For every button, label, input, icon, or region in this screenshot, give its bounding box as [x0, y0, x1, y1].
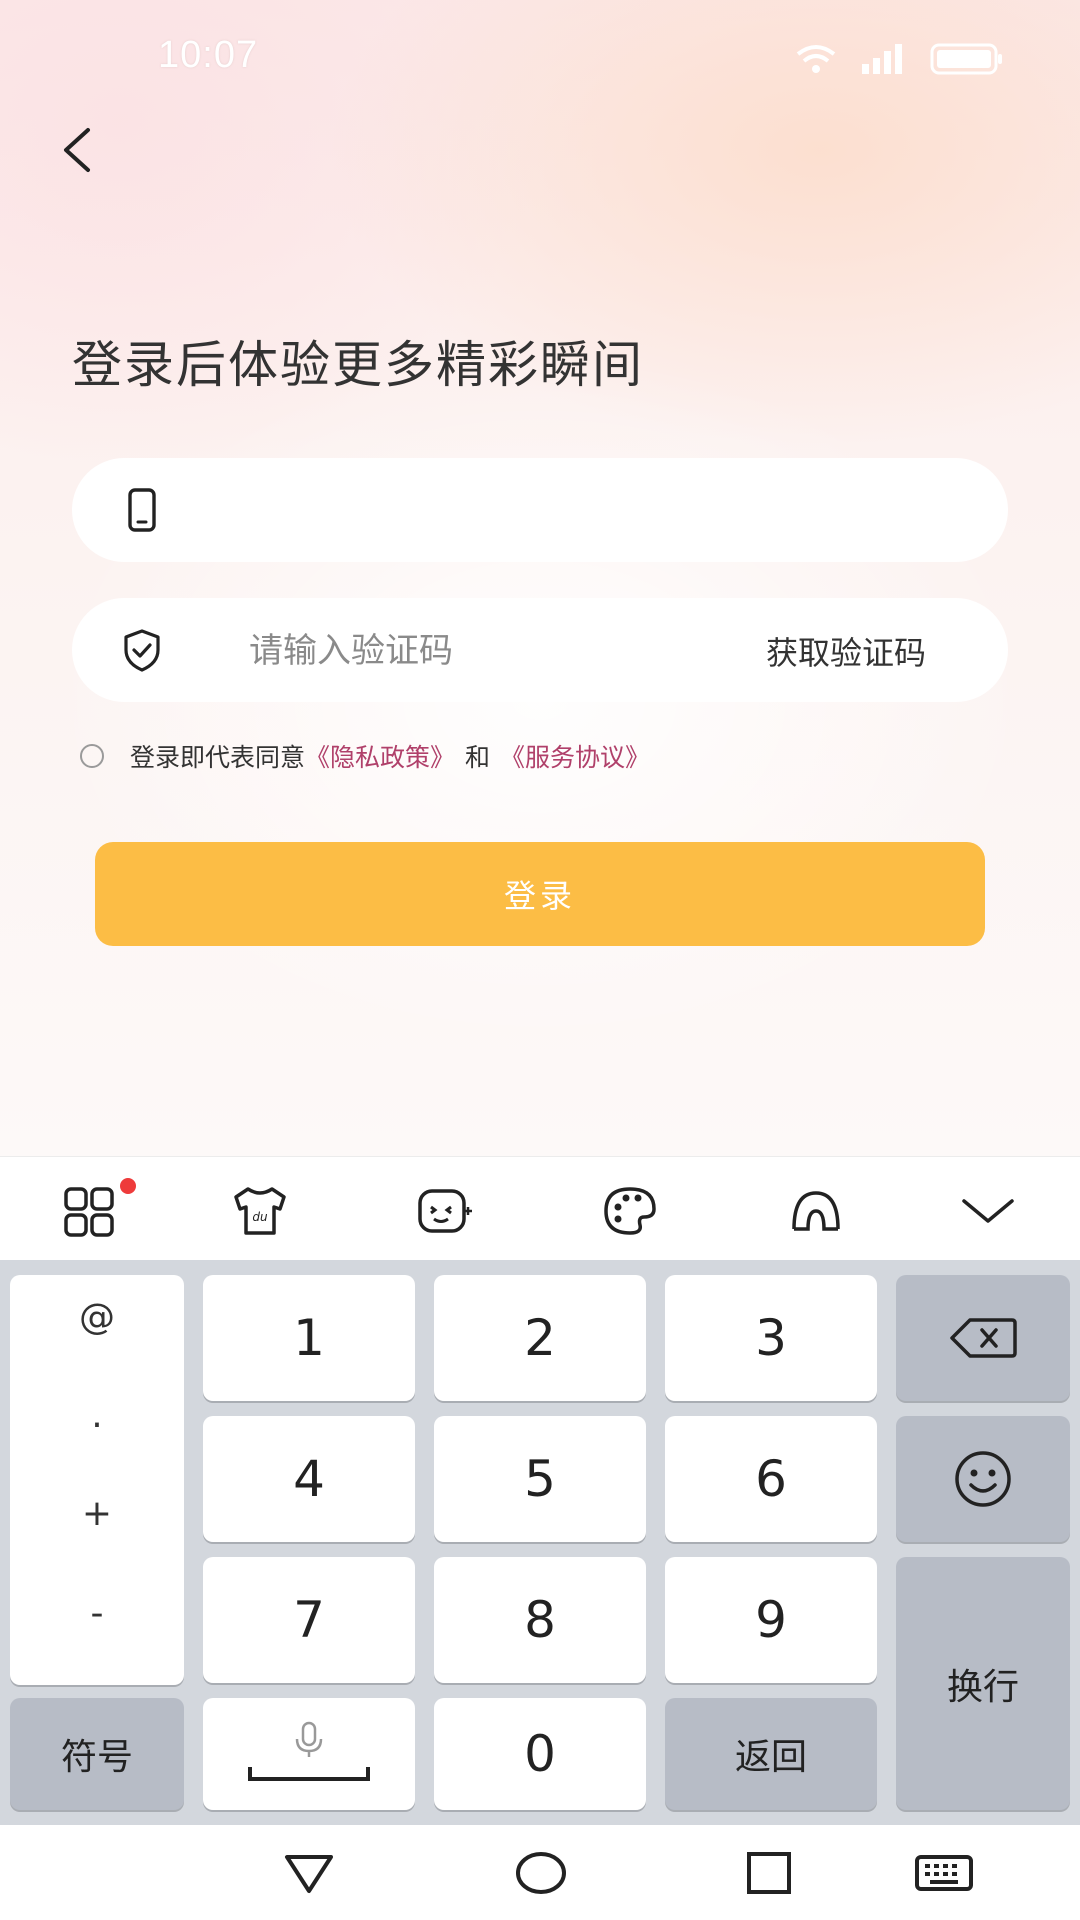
page-title: 登录后体验更多精彩瞬间 [72, 336, 644, 394]
backspace-icon [950, 1318, 1017, 1358]
collapse-chevron-icon[interactable] [958, 1181, 1018, 1241]
handwriting-icon[interactable] [786, 1181, 846, 1241]
privacy-policy-link[interactable]: 《隐私政策》 [305, 738, 455, 774]
phone-field[interactable] [72, 458, 1008, 562]
chevron-left-icon [64, 128, 90, 172]
key-2[interactable]: 2 [434, 1275, 646, 1401]
status-bar: 10:07 [0, 0, 1080, 110]
shield-check-icon [124, 629, 160, 672]
smiley-icon [955, 1451, 1011, 1507]
page-background [0, 0, 1080, 1160]
agreement-prefix: 登录即代表同意 [130, 743, 306, 772]
home-circle-icon[interactable] [514, 1845, 568, 1899]
microphone-space-icon [248, 1721, 370, 1781]
symbol-switch-key[interactable]: 符号 [10, 1698, 184, 1810]
back-key[interactable]: 返回 [665, 1698, 877, 1810]
svg-text:du: du [252, 1210, 268, 1224]
keyboard-switch-icon[interactable] [914, 1845, 974, 1899]
key-4[interactable]: 4 [203, 1416, 415, 1542]
get-code-button[interactable]: 获取验证码 [766, 628, 926, 674]
wifi-icon [796, 45, 836, 73]
service-agreement-link[interactable]: 《服务协议》 [500, 738, 650, 774]
symbol-dot[interactable]: . [10, 1395, 184, 1436]
emoji-key[interactable] [896, 1416, 1070, 1542]
agreement-radio[interactable] [80, 744, 104, 768]
back-button[interactable] [52, 120, 112, 180]
emoji-face-icon[interactable] [414, 1181, 474, 1241]
mobile-phone-icon [128, 488, 156, 532]
delete-key[interactable] [896, 1275, 1070, 1401]
symbol-column-key[interactable]: @ . + - [10, 1275, 184, 1685]
key-5[interactable]: 5 [434, 1416, 646, 1542]
key-3[interactable]: 3 [665, 1275, 877, 1401]
back-triangle-icon[interactable] [282, 1845, 336, 1899]
signal-icon [862, 44, 902, 74]
key-7[interactable]: 7 [203, 1557, 415, 1683]
status-time: 10:07 [158, 34, 259, 76]
phone-input[interactable] [212, 478, 736, 544]
skin-shirt-icon[interactable]: du [230, 1181, 290, 1241]
verification-code-input[interactable] [247, 618, 771, 684]
key-1[interactable]: 1 [203, 1275, 415, 1401]
symbol-at[interactable]: @ [10, 1297, 184, 1338]
apps-grid-icon[interactable] [60, 1181, 120, 1241]
symbol-plus[interactable]: + [10, 1493, 184, 1534]
enter-key[interactable]: 换行 [896, 1557, 1070, 1810]
key-8[interactable]: 8 [434, 1557, 646, 1683]
keyboard-toolbar: du [0, 1156, 1080, 1261]
key-6[interactable]: 6 [665, 1416, 877, 1542]
verification-code-field[interactable]: 获取验证码 [72, 598, 1008, 702]
login-button[interactable]: 登录 [95, 842, 985, 946]
space-voice-key[interactable] [203, 1698, 415, 1810]
navigation-bar [0, 1825, 1080, 1920]
key-9[interactable]: 9 [665, 1557, 877, 1683]
battery-icon [930, 43, 1002, 75]
key-0[interactable]: 0 [434, 1698, 646, 1810]
palette-icon[interactable] [600, 1181, 660, 1241]
recents-square-icon[interactable] [742, 1845, 796, 1899]
notification-dot [120, 1178, 136, 1194]
symbol-minus[interactable]: - [10, 1593, 184, 1634]
agreement-and: 和 [465, 743, 491, 772]
agreement-row: 登录即代表同意 《隐私政策》 和 《服务协议》 [80, 738, 650, 774]
status-icons [794, 42, 1004, 76]
